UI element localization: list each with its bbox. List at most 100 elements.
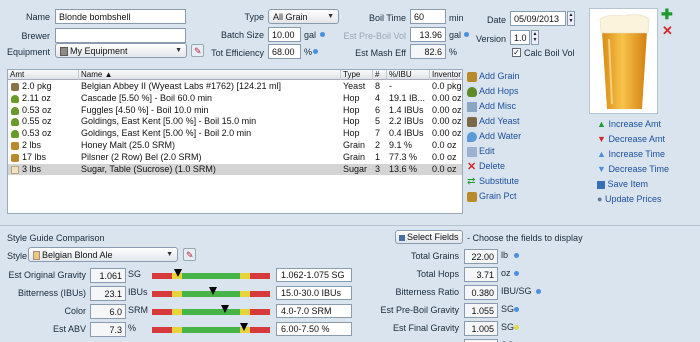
style-value: Belgian Blond Ale — [42, 250, 113, 260]
col-inventory[interactable]: Inventor — [430, 70, 462, 80]
table-row[interactable]: 2.0 pkg Belgian Abbey II (Wyeast Labs #17… — [8, 81, 462, 92]
add-grain-button[interactable]: Add Grain — [467, 70, 520, 83]
col-type[interactable]: Type — [341, 70, 373, 80]
table-row[interactable]: 2 lbs Honey Malt (25.0 SRM) Grain 2 9.1 % 0.0… — [8, 140, 462, 151]
calc-boil-checkbox[interactable]: ✓ — [512, 48, 521, 57]
add-hops-button[interactable]: Add Hops — [467, 85, 519, 98]
style-row-label: Est ABV — [52, 324, 86, 334]
date-label: Date — [486, 15, 506, 25]
boil-time-field[interactable]: 60 — [410, 9, 446, 24]
misc-icon — [467, 101, 477, 112]
version-label: Version — [475, 34, 506, 44]
pre-boil-info-icon[interactable] — [464, 32, 469, 37]
table-header: Amt Name ▲ Type # %/IBU Inventor — [8, 70, 462, 80]
field-row-unit: oz — [501, 268, 511, 278]
cell-inv: 0.0 pkg — [432, 81, 462, 91]
range-segment — [240, 273, 250, 279]
add-water-label: Add Water — [479, 131, 522, 141]
add-icon[interactable]: ✚ — [661, 7, 673, 21]
edit-button[interactable]: Edit — [467, 145, 495, 158]
equipment-value: My Equipment — [70, 46, 128, 56]
style-row-value: 6.0 — [90, 304, 126, 319]
select-fields-button[interactable]: Select Fields — [395, 230, 463, 244]
chevron-down-icon: ▼ — [327, 13, 334, 20]
col-pct[interactable]: %/IBU — [387, 70, 430, 80]
batch-size-field[interactable]: 10.00 — [268, 27, 301, 42]
add-yeast-button[interactable]: Add Yeast — [467, 115, 520, 128]
cell-amt: 3 lbs — [22, 163, 42, 174]
style-row-unit: % — [128, 323, 137, 333]
decrease-amt-button[interactable]: ▼ Decrease Amt — [597, 133, 665, 146]
grain-pct-button[interactable]: Grain Pct — [467, 190, 517, 203]
range-segment — [250, 309, 270, 315]
field-info-icon[interactable] — [514, 307, 519, 312]
tot-efficiency-field[interactable]: 68.00 — [268, 44, 301, 59]
date-stepper[interactable]: ▲ ▼ — [567, 11, 575, 26]
field-info-icon[interactable] — [514, 271, 519, 276]
version-stepper[interactable]: ▲ ▼ — [531, 30, 539, 45]
field-info-icon[interactable] — [514, 253, 519, 258]
batch-size-info-icon[interactable] — [320, 32, 325, 37]
table-row[interactable]: 2.11 oz Cascade [5.50 %] - Boil 60.0 min H… — [8, 93, 462, 104]
increase-time-button[interactable]: ▲ Increase Time — [597, 148, 665, 161]
add-water-button[interactable]: Add Water — [467, 130, 521, 143]
table-row[interactable]: 3 lbs Sugar, Table (Sucrose) (1.0 SRM) Sug… — [8, 163, 462, 175]
field-row-unit: IBU/SG — [501, 286, 532, 296]
remove-icon[interactable]: ✕ — [662, 24, 673, 37]
range-segment — [250, 291, 270, 297]
edit-icon — [467, 146, 477, 157]
substitute-icon: ⇄ — [467, 175, 476, 187]
cell-pct: 1.4 IBUs — [389, 104, 424, 115]
brewer-field[interactable] — [55, 28, 186, 43]
decrease-time-button[interactable]: ▼ Decrease Time — [597, 163, 669, 176]
date-field[interactable]: 05/09/2013 — [510, 11, 566, 26]
field-row-unit: lb — [501, 250, 509, 260]
save-item-button[interactable]: Save Item — [597, 178, 648, 191]
add-misc-button[interactable]: Add Misc — [467, 100, 516, 113]
style-range-bar — [152, 309, 270, 315]
style-label: Style — [7, 251, 28, 261]
cell-type: Grain — [343, 140, 366, 150]
style-row-unit: SG — [128, 269, 142, 279]
cell-inv: 0.0 oz — [432, 163, 457, 174]
pre-boil-vol-label: Est Pre-Boil Vol — [343, 31, 406, 41]
type-select[interactable]: All Grain ▼ — [268, 9, 339, 24]
edit-style-button[interactable]: ✎ — [183, 248, 196, 261]
range-segment — [152, 327, 172, 333]
col-num[interactable]: # — [373, 70, 387, 80]
style-range-bar — [152, 273, 270, 279]
range-segment — [172, 291, 182, 297]
cell-amt: 0.53 oz — [22, 128, 52, 139]
update-prices-label: Update Prices — [604, 194, 662, 204]
cell-num: 6 — [375, 104, 381, 115]
col-amt[interactable]: Amt — [8, 70, 79, 80]
beer-glass-image — [589, 8, 658, 114]
field-row-value: 22.00 — [464, 249, 498, 264]
cell-amt: 2 lbs — [22, 140, 42, 150]
pre-boil-vol-unit: gal — [449, 30, 462, 40]
table-row[interactable]: 17 lbs Pilsner (2 Row) Bel (2.0 SRM) Grain… — [8, 152, 462, 163]
field-row-label: Bitterness Ratio — [395, 287, 459, 297]
substitute-button[interactable]: ⇄ Substitute — [467, 175, 519, 188]
delete-button[interactable]: ✕ Delete — [467, 160, 505, 173]
cell-inv: 0.00 oz — [432, 104, 462, 115]
field-info-icon[interactable] — [536, 289, 541, 294]
table-row[interactable]: 0.53 oz Goldings, East Kent [5.00 %] - Bo… — [8, 128, 462, 139]
col-name[interactable]: Name ▲ — [79, 70, 341, 80]
tot-efficiency-info-icon[interactable] — [313, 49, 318, 54]
update-prices-button[interactable]: ● Update Prices — [597, 193, 661, 206]
field-row-label: Total Hops — [416, 269, 459, 279]
version-field[interactable]: 1.0 — [510, 30, 530, 45]
table-row[interactable]: 0.53 oz Fuggles [4.50 %] - Boil 10.0 min H… — [8, 104, 462, 116]
field-info-icon[interactable] — [514, 325, 519, 330]
table-row[interactable]: 0.55 oz Goldings, East Kent [5.00 %] - Bo… — [8, 116, 462, 127]
add-grain-label: Add Grain — [479, 71, 520, 81]
range-segment — [152, 309, 172, 315]
name-field[interactable]: Blonde bombshell — [55, 9, 186, 24]
style-select[interactable]: Belgian Blond Ale ▼ — [28, 247, 178, 262]
field-row-label: Est Final Gravity — [392, 323, 459, 333]
increase-amt-button[interactable]: ▲ Increase Amt — [597, 118, 661, 131]
equipment-select[interactable]: My Equipment ▼ — [55, 43, 187, 58]
batch-size-label: Batch Size — [220, 30, 264, 40]
pre-boil-vol-field[interactable]: 13.96 — [410, 27, 446, 42]
